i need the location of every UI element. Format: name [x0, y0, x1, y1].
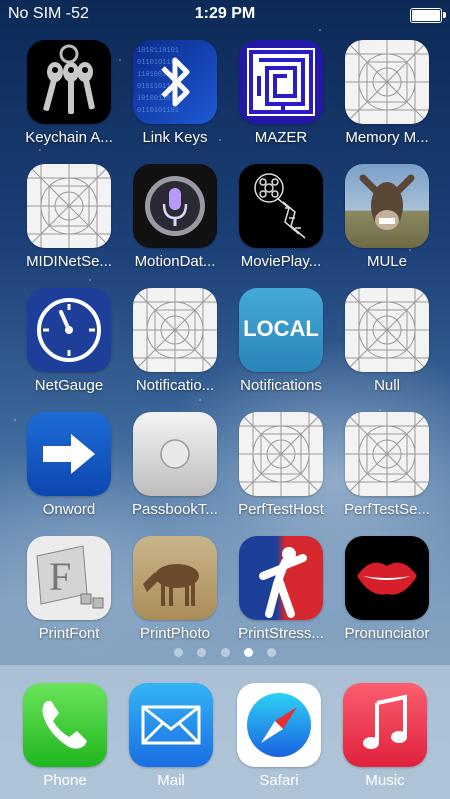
app-label: Link Keys — [142, 129, 208, 146]
app-label: Phone — [43, 772, 87, 789]
dock-mail[interactable]: Mail — [118, 683, 224, 789]
app-label: MoviePlay... — [240, 253, 322, 270]
page-dot — [197, 648, 207, 657]
gauge-icon — [27, 288, 111, 372]
svg-text:F: F — [49, 554, 71, 599]
dock-phone[interactable]: Phone — [12, 683, 118, 789]
lips-icon — [345, 536, 429, 620]
svg-text:1010110101: 1010110101 — [137, 47, 179, 55]
app-passbookt[interactable]: PassbookT... — [122, 412, 228, 518]
svg-text:0110101101: 0110101101 — [137, 107, 179, 115]
app-motiondat[interactable]: MotionDat... — [122, 164, 228, 270]
placeholder-icon — [133, 288, 217, 372]
app-printphoto[interactable]: PrintPhoto — [122, 536, 228, 642]
app-printfont[interactable]: F PrintFont — [16, 536, 122, 642]
app-link-keys[interactable]: 1010110101 0110101100 1101001011 010110110… — [122, 40, 228, 146]
placeholder-icon — [345, 412, 429, 496]
status-bar: No SIM -52 1:29 PM — [0, 0, 450, 30]
app-perftestse[interactable]: PerfTestSe... — [334, 412, 440, 518]
page-dot — [220, 648, 230, 657]
app-label: Notificatio... — [135, 377, 215, 394]
app-keychain[interactable]: Keychain A... — [16, 40, 122, 146]
app-label: PrintPhoto — [139, 625, 211, 642]
placeholder-icon — [345, 40, 429, 124]
app-mule[interactable]: MULe — [334, 164, 440, 270]
athlete-icon — [239, 536, 323, 620]
app-label: Mail — [157, 772, 185, 789]
app-null[interactable]: Null — [334, 288, 440, 394]
app-label: MULe — [366, 253, 407, 270]
phone-icon — [23, 683, 107, 767]
app-label: PassbookT... — [132, 501, 218, 518]
siri-microphone-icon — [133, 164, 217, 248]
app-notifications[interactable]: LOCAL Notifications — [228, 288, 334, 394]
app-perftesthost[interactable]: PerfTestHost — [228, 412, 334, 518]
app-label: Memory M... — [345, 129, 429, 146]
app-movieplay[interactable]: MoviePlay... — [228, 164, 334, 270]
app-mazer[interactable]: MAZER — [228, 40, 334, 146]
app-label: PrintFont — [38, 625, 100, 642]
app-label: Null — [374, 377, 400, 394]
dock: Phone Mail Safari Music — [0, 665, 450, 799]
mule-photo-icon — [345, 164, 429, 248]
local-icon: LOCAL — [239, 288, 323, 372]
arrow-right-icon — [27, 412, 111, 496]
app-label: PerfTestHost — [238, 501, 324, 518]
app-label: NetGauge — [34, 377, 104, 394]
clock: 1:29 PM — [194, 5, 256, 22]
mail-icon — [129, 683, 213, 767]
app-label: Music — [365, 772, 405, 789]
horse-photo-icon — [133, 536, 217, 620]
app-label: Onword — [42, 501, 96, 518]
page-dot — [267, 648, 277, 657]
page-dot — [173, 648, 183, 657]
page-dot-active — [243, 648, 253, 657]
dock-safari[interactable]: Safari — [226, 683, 332, 789]
dock-music[interactable]: Music — [332, 683, 438, 789]
film-reel-icon — [239, 164, 323, 248]
bluetooth-icon: 1010110101 0110101100 1101001011 010110110… — [133, 40, 217, 124]
app-label: MotionDat... — [134, 253, 216, 270]
placeholder-icon — [27, 164, 111, 248]
font-icon: F — [27, 536, 111, 620]
keys-icon — [27, 40, 111, 124]
page-indicator[interactable] — [0, 644, 450, 662]
battery-icon — [410, 8, 446, 23]
app-midinetse[interactable]: MIDINetSe... — [16, 164, 122, 270]
app-label: PerfTestSe... — [344, 501, 430, 518]
placeholder-icon — [345, 288, 429, 372]
compass-icon — [237, 683, 321, 767]
app-label: PrintStress... — [238, 625, 324, 642]
app-label: Safari — [259, 772, 299, 789]
music-note-icon — [343, 683, 427, 767]
app-label: Pronunciator — [344, 625, 430, 642]
app-label: MIDINetSe... — [26, 253, 112, 270]
button-icon — [133, 412, 217, 496]
app-onword[interactable]: Onword — [16, 412, 122, 518]
app-label: MAZER — [254, 129, 308, 146]
app-pronunciator[interactable]: Pronunciator — [334, 536, 440, 642]
app-label: Keychain A... — [25, 129, 113, 146]
placeholder-icon — [239, 412, 323, 496]
app-netgauge[interactable]: NetGauge — [16, 288, 122, 394]
app-notificatio[interactable]: Notificatio... — [122, 288, 228, 394]
app-memory-m[interactable]: Memory M... — [334, 40, 440, 146]
local-icon-text: LOCAL — [243, 316, 319, 341]
app-label: Notifications — [240, 377, 322, 394]
maze-icon — [239, 40, 323, 124]
app-printstress[interactable]: PrintStress... — [228, 536, 334, 642]
